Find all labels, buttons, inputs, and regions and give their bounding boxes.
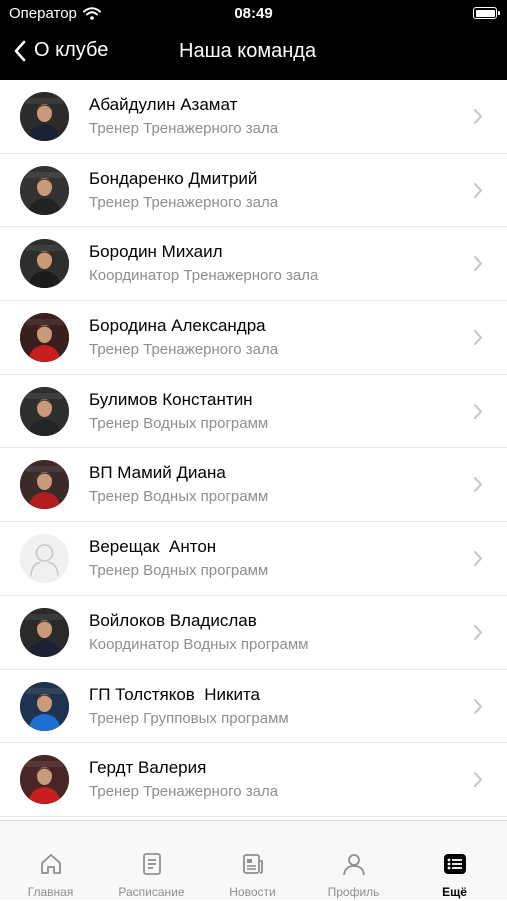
- avatar: [20, 460, 69, 510]
- staff-row[interactable]: Бондаренко Дмитрий Тренер Тренажерного за…: [0, 154, 507, 228]
- chevron-right-icon: [473, 624, 483, 646]
- staff-role: Тренер Водных программ: [89, 488, 269, 506]
- staff-row[interactable]: Булимов Константин Тренер Водных программ: [0, 375, 507, 449]
- staff-name: Войлоков Владислав: [89, 610, 257, 630]
- staff-name: Абайдулин Азамат: [89, 95, 238, 114]
- staff-name: ГП Толстяков Никита: [89, 684, 261, 704]
- staff-role: Тренер Водных программ: [89, 562, 269, 580]
- staff-role: Тренер Тренажерного зала: [89, 120, 279, 137]
- staff-list[interactable]: Абайдулин Азамат Тренер Тренажерного зала…: [0, 80, 507, 820]
- avatar: [20, 92, 69, 141]
- battery-icon: [473, 7, 500, 19]
- staff-row[interactable]: Гердт Валерия Тренер Тренажерного зала: [0, 743, 507, 817]
- more-icon: [442, 851, 468, 882]
- chevron-right-icon: [473, 329, 483, 351]
- tab-label: Ещё: [442, 885, 467, 899]
- staff-row[interactable]: ГП Толстяков Никита Тренер Групповых прог…: [0, 670, 507, 744]
- page-title: Наша команда: [179, 40, 317, 62]
- staff-row[interactable]: Абайдулин Азамат Тренер Тренажерного зала: [0, 80, 507, 154]
- avatar: [20, 755, 69, 805]
- status-bar: Оператор 08:49: [0, 0, 507, 28]
- staff-name: Булимов Константин: [89, 389, 253, 409]
- staff-role: Тренер Групповых программ: [89, 709, 289, 727]
- staff-role: Тренер Тренажерного зала: [89, 193, 279, 211]
- avatar: [20, 607, 69, 657]
- staff-name: Бородин Михаил: [89, 242, 223, 262]
- back-button[interactable]: О клубе: [14, 39, 108, 62]
- tab-label: Главная: [27, 885, 74, 899]
- home-icon: [38, 851, 64, 882]
- chevron-right-icon: [473, 255, 483, 277]
- tab-schedule[interactable]: Расписание: [101, 821, 202, 901]
- staff-name: Бородина Александра: [89, 316, 266, 336]
- tab-more[interactable]: Ещё: [404, 821, 505, 901]
- avatar: [20, 681, 69, 731]
- chevron-right-icon: [473, 108, 483, 130]
- avatar: [20, 165, 69, 215]
- tab-label: Новости: [229, 885, 276, 899]
- staff-row[interactable]: Бородина Александра Тренер Тренажерного з…: [0, 301, 507, 375]
- staff-row[interactable]: Войлоков Владислав Координатор Водных про…: [0, 596, 507, 670]
- staff-role: Координатор Водных программ: [89, 635, 309, 653]
- chevron-right-icon: [473, 182, 483, 204]
- staff-role: Тренер Тренажерного зала: [89, 341, 279, 359]
- clock: 08:49: [234, 5, 273, 22]
- chevron-right-icon: [473, 550, 483, 572]
- avatar: [20, 239, 69, 289]
- header: Оператор 08:49 О клубе Наша команда: [0, 0, 507, 80]
- tab-label: Профиль: [327, 885, 380, 899]
- profile-icon: [341, 851, 367, 882]
- chevron-right-icon: [473, 771, 483, 793]
- chevron-left-icon: [14, 40, 26, 61]
- staff-role: Координатор Тренажерного зала: [89, 267, 319, 285]
- avatar-placeholder-icon: [20, 534, 69, 584]
- staff-row[interactable]: Верещак Антон Тренер Водных программ: [0, 522, 507, 596]
- staff-name: Бондаренко Дмитрий: [89, 168, 258, 188]
- staff-role: Тренер Водных программ: [89, 414, 269, 432]
- avatar: [20, 386, 69, 436]
- tab-bar: Главная Расписание Новости Профиль Ещё: [0, 820, 507, 900]
- chevron-right-icon: [473, 403, 483, 425]
- schedule-icon: [139, 851, 165, 882]
- staff-name: Верещак Антон: [89, 537, 217, 557]
- navigation-bar: О клубе Наша команда: [0, 28, 507, 78]
- tab-label: Расписание: [118, 885, 185, 899]
- staff-row[interactable]: ВП Мамий Диана Тренер Водных программ: [0, 448, 507, 523]
- staff-row[interactable]: Бородин Михаил Координатор Тренажерного з…: [0, 227, 507, 302]
- chevron-right-icon: [473, 698, 483, 720]
- tab-profile[interactable]: Профиль: [303, 821, 404, 901]
- avatar: [20, 313, 69, 363]
- back-label: О клубе: [34, 39, 109, 61]
- chevron-right-icon: [473, 476, 483, 498]
- staff-name: ВП Мамий Диана: [89, 463, 226, 483]
- tab-news[interactable]: Новости: [202, 821, 303, 901]
- tab-home[interactable]: Главная: [0, 821, 101, 901]
- staff-name: Гердт Валерия: [89, 758, 207, 778]
- staff-role: Тренер Тренажерного зала: [89, 783, 279, 801]
- news-icon: [240, 851, 266, 882]
